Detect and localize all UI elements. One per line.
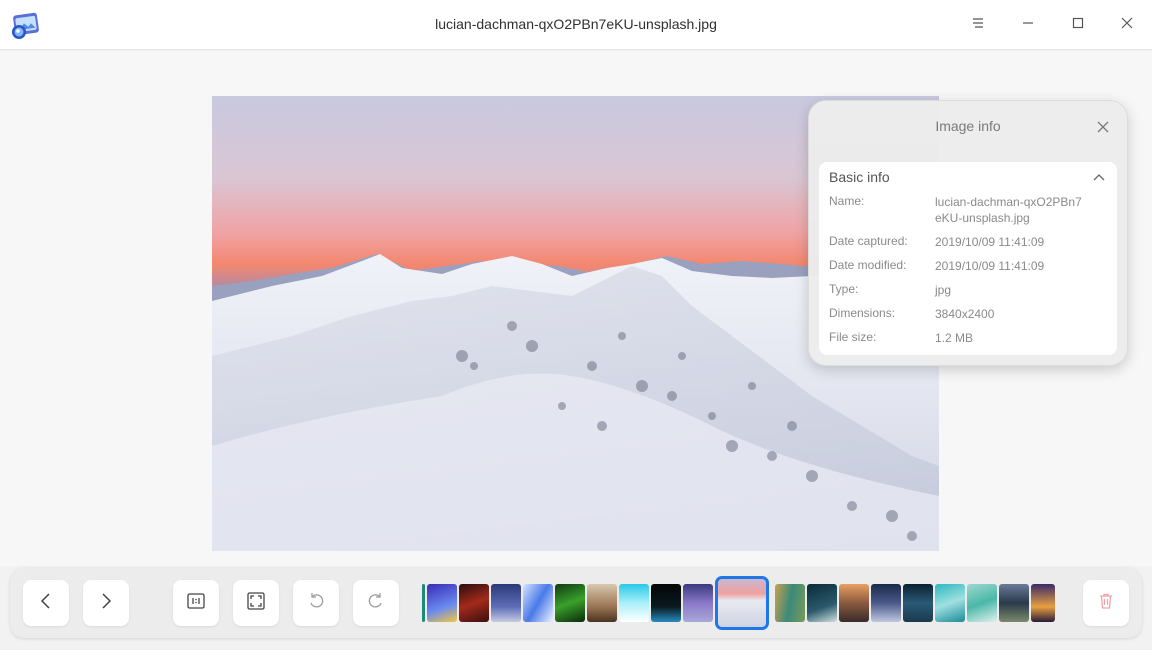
- rotate-right-icon: [366, 591, 386, 616]
- thumbnail[interactable]: [587, 584, 617, 622]
- info-key: Dimensions:: [829, 306, 896, 320]
- original-size-icon: [186, 591, 206, 616]
- title-bar: lucian-dachman-qxO2PBn7eKU-unsplash.jpg: [0, 0, 1152, 50]
- thumbnail[interactable]: [967, 584, 997, 622]
- thumbnail[interactable]: [775, 584, 805, 622]
- chevron-up-icon: [1091, 173, 1107, 190]
- menu-icon: [971, 16, 985, 35]
- info-key: Name:: [829, 194, 865, 208]
- maximize-icon: [1071, 16, 1085, 35]
- rotate-left-icon: [306, 591, 326, 616]
- collapse-section-button[interactable]: [1091, 170, 1107, 186]
- info-panel-title: Image info: [935, 118, 1001, 134]
- info-key: Date modified:: [829, 258, 907, 272]
- delete-button[interactable]: [1083, 580, 1129, 626]
- thumbnail[interactable]: [683, 584, 713, 622]
- delete-icon: [1097, 592, 1115, 615]
- menu-button[interactable]: [963, 10, 993, 40]
- thumbnail[interactable]: [839, 584, 869, 622]
- close-icon: [1093, 121, 1113, 141]
- thumbnail[interactable]: [619, 584, 649, 622]
- info-key: File size:: [829, 330, 877, 344]
- thumbnail[interactable]: [999, 584, 1029, 622]
- minimize-icon: [1021, 16, 1035, 35]
- info-key: Date captured:: [829, 234, 908, 248]
- next-icon: [97, 592, 115, 615]
- original-size-button[interactable]: [173, 580, 219, 626]
- fit-window-button[interactable]: [233, 580, 279, 626]
- thumbnail[interactable]: [422, 584, 425, 622]
- thumbnail[interactable]: [459, 584, 489, 622]
- maximize-button[interactable]: [1063, 10, 1093, 40]
- thumbnail[interactable]: [523, 584, 553, 622]
- basic-info-section: Basic info Name: lucian-dachman-qxO2PBn7…: [819, 162, 1117, 355]
- thumbnail[interactable]: [903, 584, 933, 622]
- previous-button[interactable]: [23, 580, 69, 626]
- rotate-left-button[interactable]: [293, 580, 339, 626]
- close-icon: [1120, 16, 1134, 35]
- rotate-right-button[interactable]: [353, 580, 399, 626]
- thumbnail[interactable]: [555, 584, 585, 622]
- thumbnail[interactable]: [935, 584, 965, 622]
- thumbnail[interactable]: [491, 584, 521, 622]
- info-value: jpg: [935, 283, 952, 297]
- info-key: Type:: [829, 282, 859, 296]
- image-info-panel: Image info Basic info Name: lucian-dachm…: [808, 100, 1128, 366]
- fit-window-icon: [246, 591, 266, 616]
- minimize-button[interactable]: [1013, 10, 1043, 40]
- info-close-button[interactable]: [1093, 117, 1113, 137]
- previous-icon: [37, 592, 55, 615]
- thumbnail[interactable]: [427, 584, 457, 622]
- info-value: lucian-dachman-qxO2PBn7eKU-unsplash.jpg: [935, 195, 1082, 225]
- info-value: 2019/10/09 11:41:09: [935, 259, 1045, 273]
- close-button[interactable]: [1112, 10, 1142, 40]
- thumbnail-strip[interactable]: [422, 568, 1056, 638]
- thumbnail[interactable]: [651, 584, 681, 622]
- thumbnail[interactable]: [871, 584, 901, 622]
- info-value: 3840x2400: [935, 307, 995, 321]
- bottom-toolbar: [10, 568, 1142, 638]
- section-title: Basic info: [829, 169, 890, 185]
- info-value: 1.2 MB: [935, 331, 974, 345]
- next-button[interactable]: [83, 580, 129, 626]
- thumbnail[interactable]: [1031, 584, 1055, 622]
- thumbnail-active[interactable]: [715, 576, 769, 630]
- info-value: 2019/10/09 11:41:09: [935, 235, 1045, 249]
- thumbnail[interactable]: [807, 584, 837, 622]
